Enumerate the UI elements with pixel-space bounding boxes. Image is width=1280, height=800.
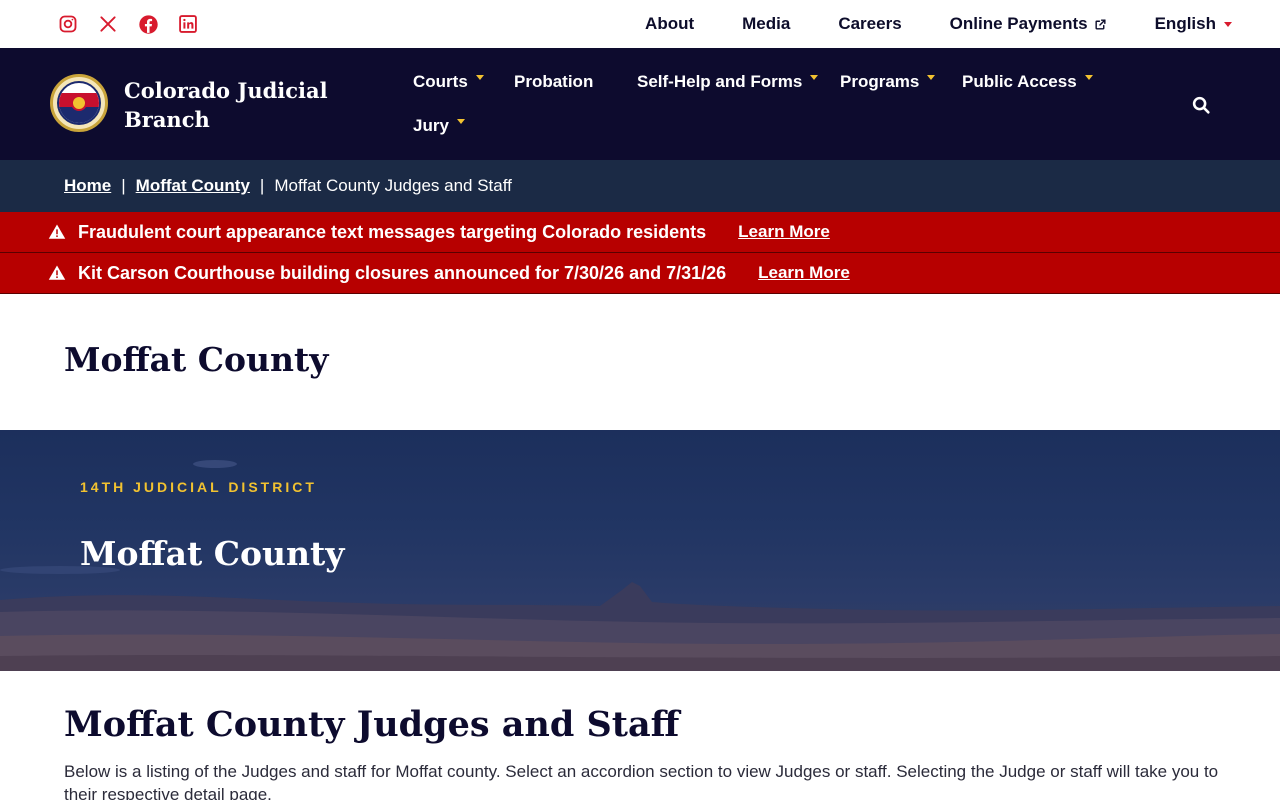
x-twitter-icon[interactable] <box>96 12 120 36</box>
breadcrumb-separator: | <box>259 176 265 195</box>
language-label: English <box>1154 14 1216 33</box>
utility-nav: About Media Careers Online Payments Engl… <box>597 0 1232 48</box>
careers-link[interactable]: Careers <box>838 14 901 34</box>
warning-icon <box>48 224 66 239</box>
nav-probation-label: Probation <box>514 72 594 91</box>
alert-learn-more-link[interactable]: Learn More <box>758 263 850 283</box>
chevron-down-icon <box>1224 21 1232 27</box>
search-icon <box>1192 96 1210 114</box>
search-button[interactable] <box>1190 94 1214 118</box>
online-payments-link[interactable]: Online Payments <box>950 14 1107 34</box>
hero-title: Moffat County <box>80 534 345 573</box>
chevron-down-icon <box>475 74 484 80</box>
main-header: Colorado Judicial Branch Courts Probatio… <box>0 48 1280 160</box>
breadcrumb-home[interactable]: Home <box>64 176 111 196</box>
hero-eyebrow: 14TH JUDICIAL DISTRICT <box>80 479 317 495</box>
nav-jury-label: Jury <box>413 116 449 135</box>
online-payments-label: Online Payments <box>949 14 1088 33</box>
colorado-courts-seal-logo[interactable] <box>50 74 108 132</box>
nav-public-access[interactable]: Public Access <box>962 72 1093 92</box>
hero-banner: 14TH JUDICIAL DISTRICT Moffat County <box>0 430 1280 671</box>
chevron-down-icon <box>810 74 819 80</box>
external-link-icon <box>1095 18 1106 30</box>
warning-icon <box>48 265 66 280</box>
nav-jury[interactable]: Jury <box>413 116 465 136</box>
alert-learn-more-link[interactable]: Learn More <box>738 222 830 242</box>
alert-banner: Fraudulent court appearance text message… <box>0 212 1280 253</box>
breadcrumb-moffat-county[interactable]: Moffat County <box>136 176 250 196</box>
nav-courts[interactable]: Courts <box>413 72 484 92</box>
alert-message: Fraudulent court appearance text message… <box>78 221 707 242</box>
nav-public-access-label: Public Access <box>962 72 1077 91</box>
social-links <box>56 12 200 36</box>
breadcrumb: Home | Moffat County | Moffat County Jud… <box>0 160 1280 212</box>
breadcrumb-current: Moffat County Judges and Staff <box>274 176 512 195</box>
nav-programs-label: Programs <box>840 72 920 91</box>
utility-bar: About Media Careers Online Payments Engl… <box>0 0 1280 48</box>
instagram-icon[interactable] <box>56 12 80 36</box>
facebook-icon[interactable] <box>136 12 160 36</box>
site-title[interactable]: Colorado Judicial Branch <box>124 76 344 134</box>
nav-courts-label: Courts <box>413 72 468 91</box>
alert-banner: Kit Carson Courthouse building closures … <box>0 253 1280 294</box>
breadcrumb-separator: | <box>121 176 126 195</box>
chevron-down-icon <box>927 74 936 80</box>
nav-self-help-and-forms[interactable]: Self-Help and Forms <box>637 72 819 92</box>
language-selector[interactable]: English <box>1155 14 1232 34</box>
media-link[interactable]: Media <box>742 14 790 34</box>
section-title: Moffat County Judges and Staff <box>64 704 680 745</box>
chevron-down-icon <box>456 118 465 124</box>
nav-self-help-label: Self-Help and Forms <box>637 72 803 91</box>
linkedin-icon[interactable] <box>176 12 200 36</box>
chevron-down-icon <box>1084 74 1093 80</box>
nav-probation[interactable]: Probation <box>514 72 593 92</box>
about-link[interactable]: About <box>645 14 694 34</box>
page-title: Moffat County <box>64 340 329 379</box>
seal-ring <box>57 81 101 125</box>
alert-message: Kit Carson Courthouse building closures … <box>78 262 727 283</box>
nav-programs[interactable]: Programs <box>840 72 936 92</box>
intro-paragraph: Below is a listing of the Judges and sta… <box>64 762 1219 800</box>
